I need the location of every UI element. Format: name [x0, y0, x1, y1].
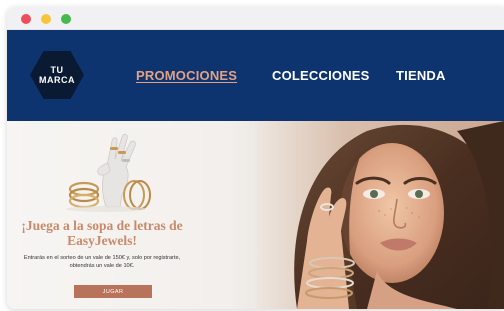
window-titlebar	[7, 7, 504, 30]
close-window-button[interactable]	[21, 14, 31, 24]
promo-title: ¡Juega a la sopa de letras de EasyJewels…	[21, 218, 183, 248]
nav-link-tienda[interactable]: TIENDA	[396, 68, 446, 83]
maximize-window-button[interactable]	[61, 14, 71, 24]
jewelry-display-image	[66, 133, 151, 212]
logo-text-line-1: TU	[50, 65, 64, 75]
hero-banner: ¡Juega a la sopa de letras de EasyJewels…	[7, 121, 504, 309]
logo-text-line-2: MARCA	[39, 75, 75, 85]
promo-panel: ¡Juega a la sopa de letras de EasyJewels…	[12, 121, 192, 309]
minimize-window-button[interactable]	[41, 14, 51, 24]
nav-link-promociones[interactable]: PROMOCIONES	[136, 68, 237, 83]
site-header: TU MARCA PROMOCIONES COLECCIONES TIENDA	[7, 30, 504, 121]
brand-logo[interactable]: TU MARCA	[30, 51, 84, 99]
nav-link-colecciones[interactable]: COLECCIONES	[272, 68, 370, 83]
promo-description: Entrarás en el sorteo de un vale de 150€…	[23, 255, 181, 269]
browser-window: TU MARCA PROMOCIONES COLECCIONES TIENDA	[7, 7, 504, 309]
play-button[interactable]: JUGAR	[74, 285, 152, 298]
model-photo	[257, 121, 504, 309]
